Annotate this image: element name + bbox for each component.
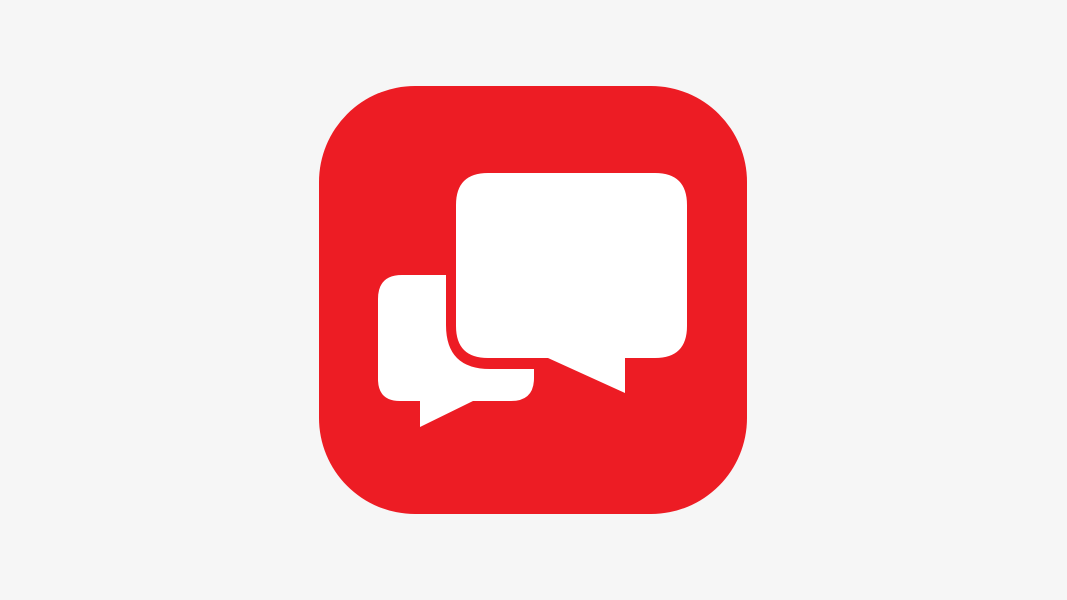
- app-icon: [0, 0, 1067, 600]
- icon-canvas: [0, 0, 1067, 600]
